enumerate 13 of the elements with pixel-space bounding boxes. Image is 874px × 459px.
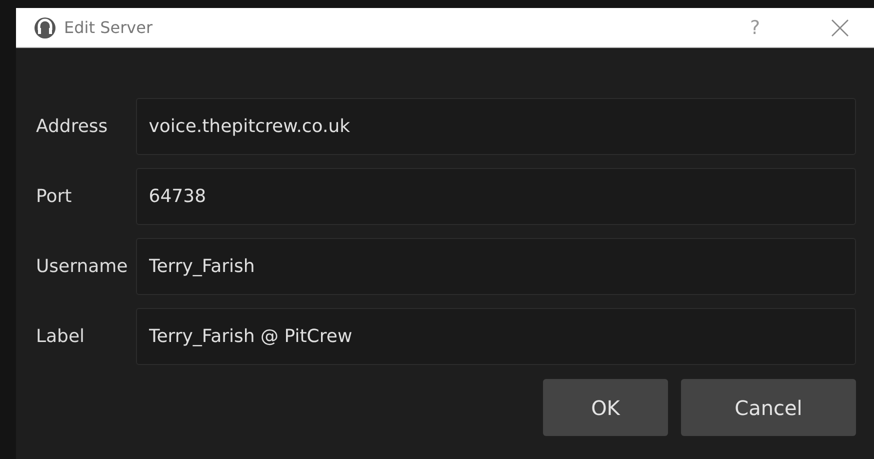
field-label: Username xyxy=(36,256,128,277)
field-label: Label xyxy=(36,326,86,347)
cancel-button[interactable]: Cancel xyxy=(681,379,856,436)
input-field[interactable]: Terry_Farish @ PitCrew xyxy=(136,308,856,365)
input-field[interactable]: voice.thepitcrew.co.uk xyxy=(136,98,856,155)
field-label: Port xyxy=(36,186,73,207)
ok-button[interactable]: OK xyxy=(543,379,668,436)
window-title: Edit Server xyxy=(64,18,154,37)
input-field[interactable]: 64738 xyxy=(136,168,856,225)
close-icon xyxy=(831,18,849,36)
input-field[interactable]: Terry_Farish xyxy=(136,238,856,295)
field-label: Address xyxy=(36,116,109,137)
headset-logo-icon xyxy=(34,16,56,38)
